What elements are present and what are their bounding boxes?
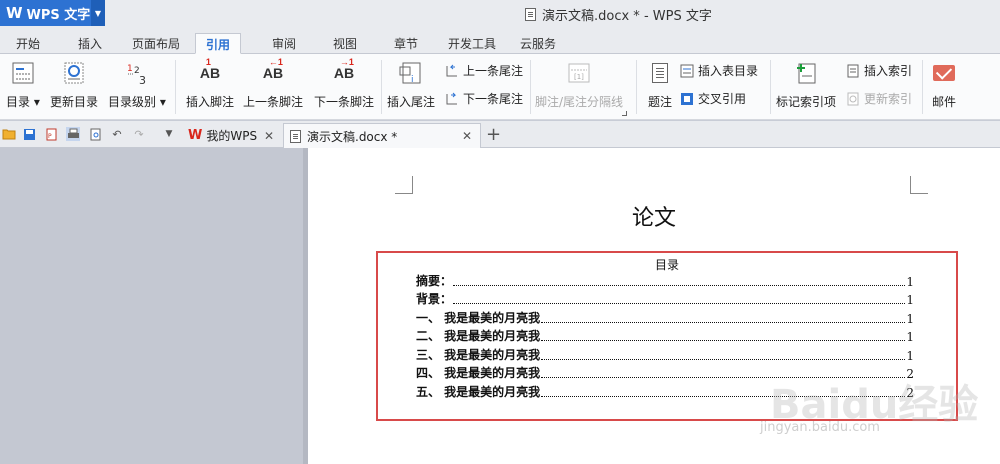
svg-text:1: 1 [127, 64, 133, 74]
mail-icon [930, 58, 958, 88]
chevron-down-icon[interactable]: ▼ [162, 127, 176, 141]
insert-index-icon [845, 63, 861, 79]
prev-endnote-icon [444, 63, 460, 79]
insert-table-of-figures-button[interactable]: 插入表目录 [679, 62, 758, 79]
undo-icon[interactable]: ↶ [110, 127, 124, 141]
crop-mark [395, 176, 413, 194]
prev-footnote-icon: AB ←1 [262, 57, 284, 81]
tab-home[interactable]: 开始 [6, 33, 50, 54]
svg-text:3: 3 [139, 74, 146, 86]
toc-entry[interactable]: 一、 我是最美的月亮我 1 [416, 310, 914, 326]
tab-review[interactable]: 审阅 [262, 33, 306, 54]
mark-index-entry-button[interactable]: 标记索引项 [776, 58, 836, 110]
svg-text:P: P [48, 133, 52, 140]
crop-mark [910, 176, 928, 194]
window-title: 演示文稿.docx * - WPS 文字 [525, 5, 712, 24]
quick-access-bar: P ↶ ↷ ▼ W 我的WPS ✕ 演示文稿.docx * ✕ + [0, 121, 1000, 148]
title-bar: W WPS 文字 ▼ 演示文稿.docx * - WPS 文字 [0, 0, 1000, 30]
ribbon-tabs: 开始 插入 页面布局 引用 审阅 视图 章节 开发工具 云服务 [0, 30, 1000, 54]
mail-button[interactable]: 邮件 [930, 58, 958, 110]
caption-button[interactable]: 题注 [646, 58, 674, 110]
tab-chapter[interactable]: 章节 [384, 33, 428, 54]
insert-footnote-button[interactable]: AB 1 插入脚注 [186, 57, 234, 110]
footnote-separator-button[interactable]: [1] 脚注/尾注分隔线 [535, 58, 623, 110]
document-title: 论文 [631, 206, 676, 231]
mark-entry-icon [792, 58, 820, 88]
update-toc-button[interactable]: 更新目录 [50, 58, 98, 110]
wps-logo-icon: W [6, 4, 23, 22]
table-of-figures-icon [679, 63, 695, 79]
insert-endnote-icon: i [397, 58, 425, 88]
insert-footnote-icon: AB 1 [199, 57, 221, 81]
document-icon [290, 129, 301, 143]
ribbon-separator [381, 60, 382, 114]
caption-icon [646, 58, 674, 88]
tab-view[interactable]: 视图 [323, 33, 367, 54]
toc-level-button[interactable]: 123 目录级别 ▾ [108, 58, 166, 110]
export-pdf-icon[interactable]: P [44, 127, 58, 141]
toc-button[interactable]: 目录 ▾ [6, 58, 40, 110]
toc-entry[interactable]: 三、 我是最美的月亮我 1 [416, 347, 914, 363]
insert-index-button[interactable]: 插入索引 [845, 62, 912, 79]
ribbon-separator [636, 60, 637, 114]
svg-text:[1]: [1] [574, 73, 584, 81]
tab-page-layout[interactable]: 页面布局 [122, 33, 190, 54]
close-icon[interactable]: ✕ [264, 129, 274, 143]
toc-entry[interactable]: 二、 我是最美的月亮我 1 [416, 328, 914, 344]
print-preview-icon[interactable] [88, 127, 102, 141]
close-icon[interactable]: ✕ [462, 129, 472, 143]
prev-footnote-button[interactable]: AB ←1 上一条脚注 [243, 57, 303, 110]
app-name: WPS 文字 [26, 7, 91, 23]
toc-level-icon: 123 [123, 58, 151, 88]
update-toc-icon [60, 58, 88, 88]
separator-line-icon: [1] [565, 58, 593, 88]
ribbon-toolbar: 目录 ▾ 更新目录 123 目录级别 ▾ AB 1 插入脚注 AB ←1 上一条脚注… [0, 54, 1000, 120]
ribbon-separator [530, 60, 531, 114]
toc-entry[interactable]: 背景： 1 [416, 291, 914, 307]
ribbon-separator [175, 60, 176, 114]
update-index-button[interactable]: 更新索引 [845, 90, 912, 107]
wps-logo-icon: W [188, 128, 203, 143]
new-tab-icon[interactable]: + [486, 124, 501, 145]
redo-icon[interactable]: ↷ [132, 127, 146, 141]
svg-text:i: i [411, 75, 414, 85]
save-icon[interactable] [22, 127, 36, 141]
watermark-url: jingyan.baidu.com [760, 420, 880, 435]
open-folder-icon[interactable] [2, 127, 16, 141]
doc-tab-my-wps[interactable]: W 我的WPS ✕ [182, 123, 282, 148]
cross-reference-button[interactable]: 交叉引用 [679, 90, 746, 107]
update-index-icon [845, 91, 861, 107]
document-icon [525, 8, 536, 21]
tab-references[interactable]: 引用 [195, 33, 242, 54]
tab-cloud[interactable]: 云服务 [510, 33, 566, 54]
cross-reference-icon [679, 91, 695, 107]
navigation-pane [0, 148, 308, 464]
ribbon-separator [922, 60, 923, 114]
print-icon[interactable] [66, 127, 80, 141]
ribbon-separator [770, 60, 771, 114]
app-menu-button[interactable]: W WPS 文字 ▼ [0, 0, 105, 26]
toc-heading: 目录 [654, 258, 679, 272]
chevron-down-icon[interactable]: ▼ [91, 0, 105, 26]
toc-entry[interactable]: 摘要： 1 [416, 273, 914, 289]
next-footnote-button[interactable]: AB →1 下一条脚注 [314, 57, 374, 110]
next-footnote-icon: AB →1 [333, 57, 355, 81]
prev-endnote-button[interactable]: 上一条尾注 [444, 62, 523, 79]
tab-insert[interactable]: 插入 [68, 33, 112, 54]
dialog-launcher-icon[interactable] [622, 111, 627, 116]
tab-developer[interactable]: 开发工具 [438, 33, 506, 54]
insert-endnote-button[interactable]: i 插入尾注 [387, 58, 435, 110]
toc-icon [9, 58, 37, 88]
doc-tab-active[interactable]: 演示文稿.docx * ✕ [283, 123, 481, 148]
next-endnote-button[interactable]: 下一条尾注 [444, 90, 523, 107]
next-endnote-icon [444, 91, 460, 107]
